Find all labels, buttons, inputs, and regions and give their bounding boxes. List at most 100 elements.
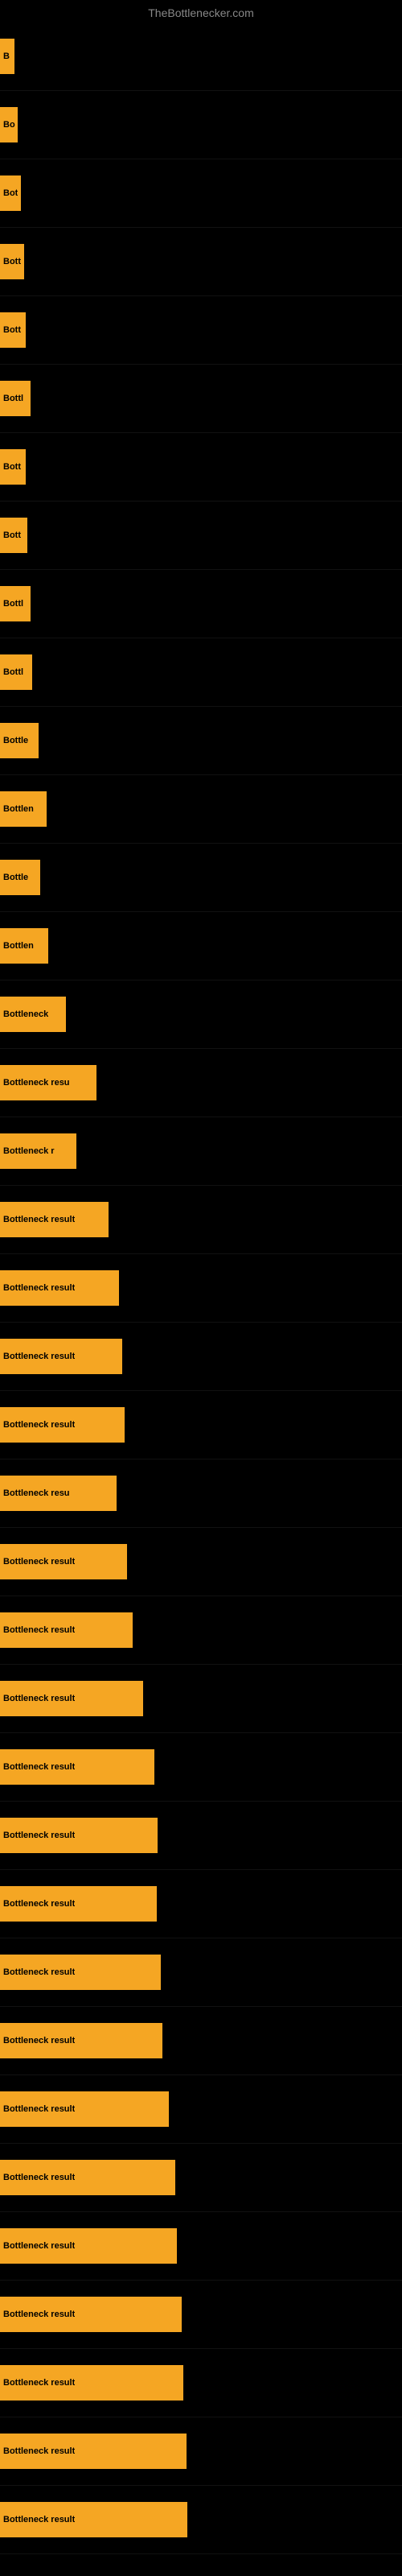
bar-36: Bottleneck result (0, 2434, 187, 2469)
bar-label-8: Bott (3, 530, 21, 540)
bar-label-31: Bottleneck result (3, 2104, 75, 2114)
bar-label-10: Bottl (3, 667, 23, 677)
bar-18: Bottleneck result (0, 1202, 109, 1237)
bar-row: Bottleneck result (0, 1938, 402, 2007)
bar-row: Bottle (0, 844, 402, 912)
bar-26: Bottleneck result (0, 1749, 154, 1785)
bar-row: Bottleneck result (0, 1596, 402, 1665)
bar-label-30: Bottleneck result (3, 2036, 75, 2046)
bar-2: Bo (0, 107, 18, 142)
bar-row: Bottleneck result (0, 2007, 402, 2075)
bar-label-24: Bottleneck result (3, 1625, 75, 1635)
bar-label-5: Bott (3, 325, 21, 335)
bar-row: Bottleneck result (0, 1802, 402, 1870)
bar-row: Bottl (0, 365, 402, 433)
bar-7: Bott (0, 449, 26, 485)
bar-label-16: Bottleneck resu (3, 1078, 70, 1088)
bar-label-20: Bottleneck result (3, 1352, 75, 1361)
bar-row: Bottleneck result (0, 2212, 402, 2281)
bar-label-14: Bottlen (3, 941, 34, 951)
bar-row: Bottleneck result (0, 2281, 402, 2349)
bar-label-32: Bottleneck result (3, 2173, 75, 2182)
bar-32: Bottleneck result (0, 2160, 175, 2195)
bar-label-36: Bottleneck result (3, 2446, 75, 2456)
bar-label-15: Bottleneck (3, 1009, 48, 1019)
bar-8: Bott (0, 518, 27, 553)
bar-row: Bottleneck result (0, 2417, 402, 2486)
bar-6: Bottl (0, 381, 31, 416)
bar-label-1: B (3, 52, 10, 61)
bar-label-17: Bottleneck r (3, 1146, 55, 1156)
bar-25: Bottleneck result (0, 1681, 143, 1716)
bar-row: Bottleneck result (0, 2486, 402, 2554)
bar-4: Bott (0, 244, 24, 279)
bar-row: B (0, 23, 402, 91)
bar-10: Bottl (0, 654, 32, 690)
bar-label-26: Bottleneck result (3, 1762, 75, 1772)
bar-19: Bottleneck result (0, 1270, 119, 1306)
bar-row: Bot (0, 159, 402, 228)
bar-22: Bottleneck resu (0, 1476, 117, 1511)
bar-20: Bottleneck result (0, 1339, 122, 1374)
bar-row: Bottleneck result (0, 1391, 402, 1459)
bar-label-12: Bottlen (3, 804, 34, 814)
bar-row: Bottleneck result (0, 1733, 402, 1802)
bar-row: Bottleneck r (0, 1117, 402, 1186)
bar-13: Bottle (0, 860, 40, 895)
site-title: TheBottlenecker.com (0, 0, 402, 23)
bar-row: Bottleneck result (0, 2144, 402, 2212)
bar-row: Bottleneck result (0, 1186, 402, 1254)
bar-label-28: Bottleneck result (3, 1899, 75, 1909)
bar-37: Bottleneck result (0, 2502, 187, 2537)
bar-row: Bo (0, 91, 402, 159)
bar-row: Bottleneck result (0, 1323, 402, 1391)
bar-row: Bott (0, 296, 402, 365)
bar-label-37: Bottleneck result (3, 2515, 75, 2524)
bar-34: Bottleneck result (0, 2297, 182, 2332)
bar-row: Bott (0, 228, 402, 296)
bar-row: Bottleneck result (0, 2075, 402, 2144)
bar-label-34: Bottleneck result (3, 2310, 75, 2319)
bar-row: Bottle (0, 707, 402, 775)
bar-9: Bottl (0, 586, 31, 621)
bar-label-3: Bot (3, 188, 18, 198)
bar-label-11: Bottle (3, 736, 28, 745)
bar-label-27: Bottleneck result (3, 1831, 75, 1840)
bar-label-22: Bottleneck resu (3, 1488, 70, 1498)
bar-27: Bottleneck result (0, 1818, 158, 1853)
bar-row: Bottl (0, 570, 402, 638)
bars-container: B Bo Bot Bott Bott Bottl Bott Bott Bottl Bottl Bot… (0, 23, 402, 2554)
bar-35: Bottleneck result (0, 2365, 183, 2401)
bar-5: Bott (0, 312, 26, 348)
bar-row: Bottleneck resu (0, 1459, 402, 1528)
bar-label-2: Bo (3, 120, 15, 130)
bar-29: Bottleneck result (0, 1955, 161, 1990)
bar-12: Bottlen (0, 791, 47, 827)
bar-33: Bottleneck result (0, 2228, 177, 2264)
bar-row: Bott (0, 433, 402, 502)
bar-row: Bottleneck result (0, 1528, 402, 1596)
bar-label-29: Bottleneck result (3, 1967, 75, 1977)
bar-label-35: Bottleneck result (3, 2378, 75, 2388)
bar-3: Bot (0, 175, 21, 211)
bar-label-9: Bottl (3, 599, 23, 609)
bar-label-19: Bottleneck result (3, 1283, 75, 1293)
bar-31: Bottleneck result (0, 2091, 169, 2127)
bar-row: Bottleneck result (0, 1254, 402, 1323)
bar-17: Bottleneck r (0, 1133, 76, 1169)
bar-label-21: Bottleneck result (3, 1420, 75, 1430)
bar-label-4: Bott (3, 257, 21, 266)
bar-15: Bottleneck (0, 997, 66, 1032)
bar-23: Bottleneck result (0, 1544, 127, 1579)
bar-16: Bottleneck resu (0, 1065, 96, 1100)
bar-21: Bottleneck result (0, 1407, 125, 1443)
bar-label-23: Bottleneck result (3, 1557, 75, 1567)
bar-1: B (0, 39, 14, 74)
bar-label-13: Bottle (3, 873, 28, 882)
bar-row: Bott (0, 502, 402, 570)
bar-row: Bottl (0, 638, 402, 707)
bar-14: Bottlen (0, 928, 48, 964)
bar-row: Bottleneck resu (0, 1049, 402, 1117)
bar-30: Bottleneck result (0, 2023, 162, 2058)
bar-24: Bottleneck result (0, 1612, 133, 1648)
